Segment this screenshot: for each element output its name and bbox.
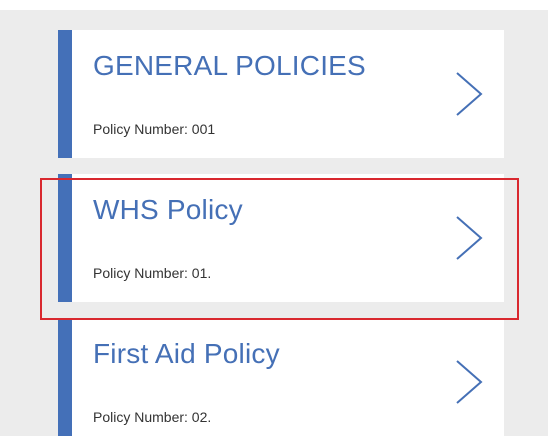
chevron-right-icon[interactable] — [454, 214, 484, 262]
chevron-right-icon[interactable] — [454, 358, 484, 406]
policy-title: First Aid Policy — [93, 338, 280, 369]
policy-title: GENERAL POLICIES — [93, 50, 366, 81]
chevron-right-icon[interactable] — [454, 70, 484, 118]
policy-number: Policy Number: 02. — [93, 409, 212, 425]
policy-card-whs[interactable]: WHS Policy Policy Number: 01. — [58, 174, 504, 302]
policy-number: Policy Number: 001 — [93, 121, 216, 137]
policy-card-general[interactable]: GENERAL POLICIES Policy Number: 001 — [58, 30, 504, 158]
policy-title: WHS Policy — [93, 194, 243, 225]
policy-card-first-aid[interactable]: First Aid Policy Policy Number: 02. — [58, 318, 504, 436]
policy-number: Policy Number: 01. — [93, 265, 212, 281]
policy-list-screen: GENERAL POLICIES Policy Number: 001 WHS … — [0, 10, 548, 436]
